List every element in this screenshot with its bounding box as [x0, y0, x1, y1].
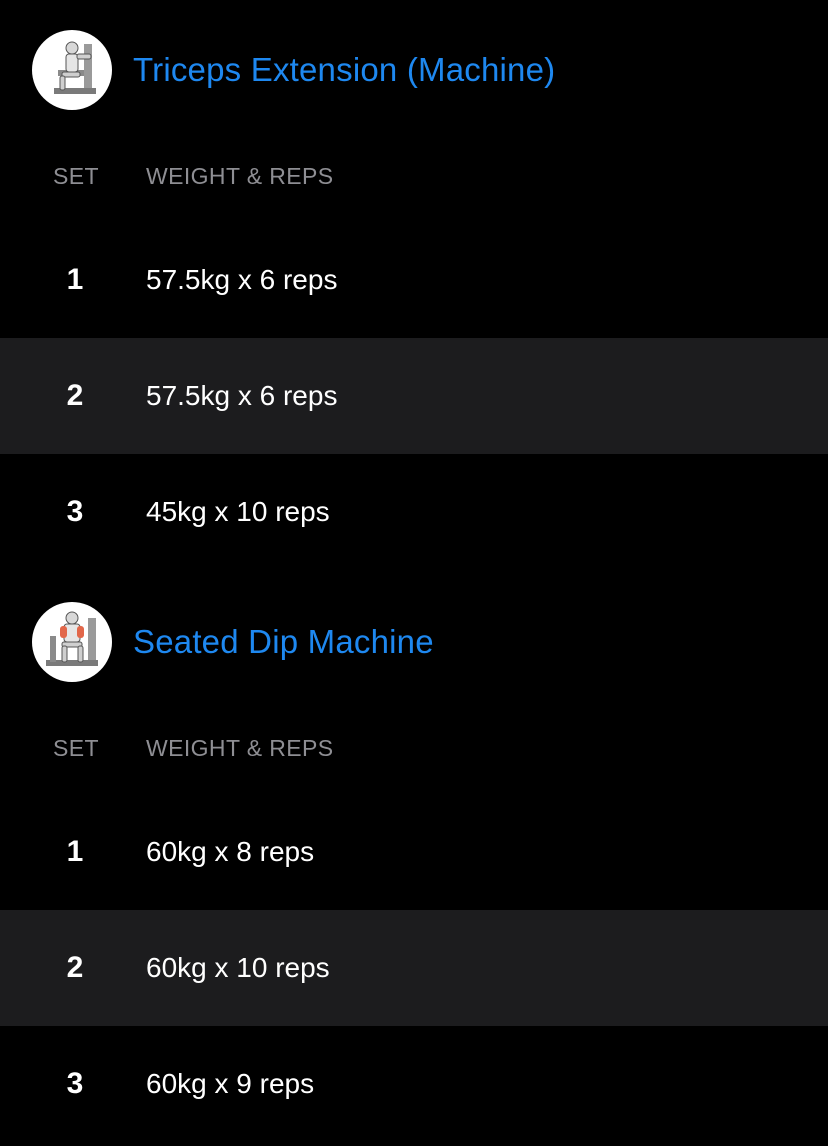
set-weight-reps: 60kg x 9 reps — [146, 1068, 315, 1099]
set-number: 2 — [66, 379, 84, 412]
set-weight-reps: 45kg x 10 reps — [146, 496, 330, 527]
exercise-header[interactable]: Seated Dip Machine — [0, 602, 828, 682]
exercise-title[interactable]: Seated Dip Machine — [133, 620, 434, 664]
exercise-thumbnail-icon[interactable] — [32, 30, 112, 110]
exercise-thumbnail-icon[interactable] — [32, 602, 112, 682]
set-weight-reps: 57.5kg x 6 reps — [146, 380, 338, 411]
exercise-header[interactable]: Triceps Extension (Machine) — [0, 30, 828, 110]
set-row: 3 60kg x 9 reps — [0, 1026, 828, 1142]
set-row: 1 57.5kg x 6 reps — [0, 222, 828, 338]
set-row: 2 60kg x 10 reps — [0, 910, 828, 1026]
set-weight-reps: 60kg x 10 reps — [146, 952, 330, 983]
set-row: 3 45kg x 10 reps — [0, 454, 828, 570]
set-list: 1 60kg x 8 reps 2 60kg x 10 reps 3 60kg … — [0, 794, 828, 1142]
set-column-header: SET — [53, 163, 99, 189]
set-weight-reps: 57.5kg x 6 reps — [146, 264, 338, 295]
set-list: 1 57.5kg x 6 reps 2 57.5kg x 6 reps 3 45… — [0, 222, 828, 570]
weight-reps-column-header: WEIGHT & REPS — [146, 163, 334, 189]
exercise-title[interactable]: Triceps Extension (Machine) — [133, 48, 555, 92]
set-weight-reps: 60kg x 8 reps — [146, 836, 315, 867]
set-number: 1 — [66, 263, 84, 296]
set-number: 2 — [66, 951, 84, 984]
set-column-header: SET — [53, 735, 99, 761]
weight-reps-column-header: WEIGHT & REPS — [146, 735, 334, 761]
set-row: 2 57.5kg x 6 reps — [0, 338, 828, 454]
set-number: 3 — [66, 1067, 84, 1100]
column-headers: SET WEIGHT & REPS — [0, 732, 828, 764]
set-number: 3 — [66, 495, 84, 528]
set-number: 1 — [66, 835, 84, 868]
column-headers: SET WEIGHT & REPS — [0, 160, 828, 192]
set-row: 1 60kg x 8 reps — [0, 794, 828, 910]
